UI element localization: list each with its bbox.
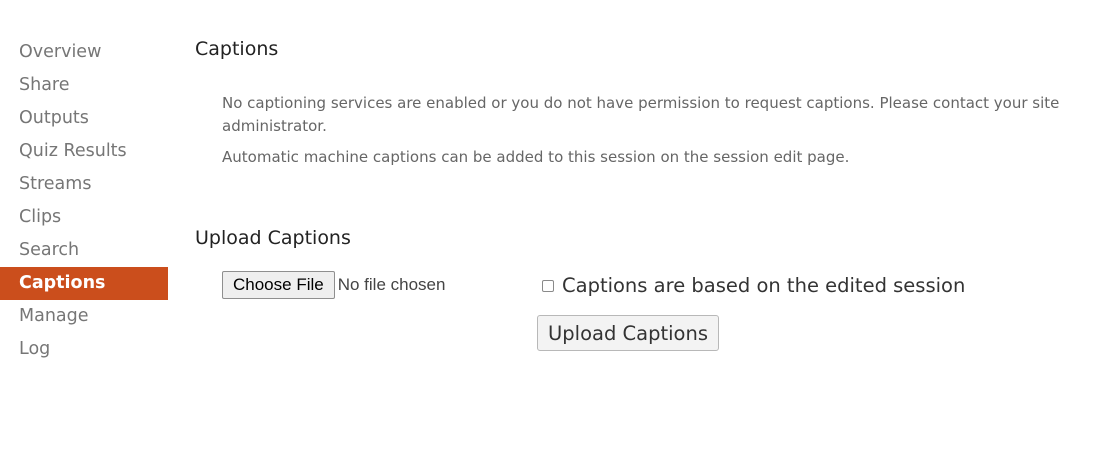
- sidebar-item-clips[interactable]: Clips: [0, 201, 168, 234]
- sidebar-item-outputs[interactable]: Outputs: [0, 102, 168, 135]
- upload-captions-button[interactable]: Upload Captions: [537, 315, 719, 351]
- sidebar-item-quiz-results[interactable]: Quiz Results: [0, 135, 168, 168]
- captions-info: No captioning services are enabled or yo…: [222, 92, 1062, 177]
- sidebar-item-search[interactable]: Search: [0, 234, 168, 267]
- file-status: No file chosen: [337, 275, 446, 294]
- sidebar-item-overview[interactable]: Overview: [0, 36, 168, 69]
- no-services-message: No captioning services are enabled or yo…: [222, 94, 1060, 135]
- edited-session-label: Captions are based on the edited session: [562, 274, 966, 297]
- choose-file-button[interactable]: Choose File: [222, 271, 335, 299]
- upload-section-title: Upload Captions: [195, 227, 351, 249]
- sidebar-item-log[interactable]: Log: [0, 333, 168, 366]
- page-title: Captions: [195, 38, 279, 60]
- edited-session-checkbox[interactable]: [542, 279, 554, 292]
- file-input[interactable]: Choose File No file chosen: [222, 271, 445, 299]
- sidebar-item-share[interactable]: Share: [0, 69, 168, 102]
- sidebar-nav: Overview Share Outputs Quiz Results Stre…: [0, 36, 168, 366]
- machine-captions-message: Automatic machine captions can be added …: [222, 148, 850, 166]
- edited-session-option[interactable]: Captions are based on the edited session: [542, 274, 965, 297]
- sidebar-item-manage[interactable]: Manage: [0, 300, 168, 333]
- sidebar-item-captions[interactable]: Captions: [0, 267, 168, 300]
- sidebar-item-streams[interactable]: Streams: [0, 168, 168, 201]
